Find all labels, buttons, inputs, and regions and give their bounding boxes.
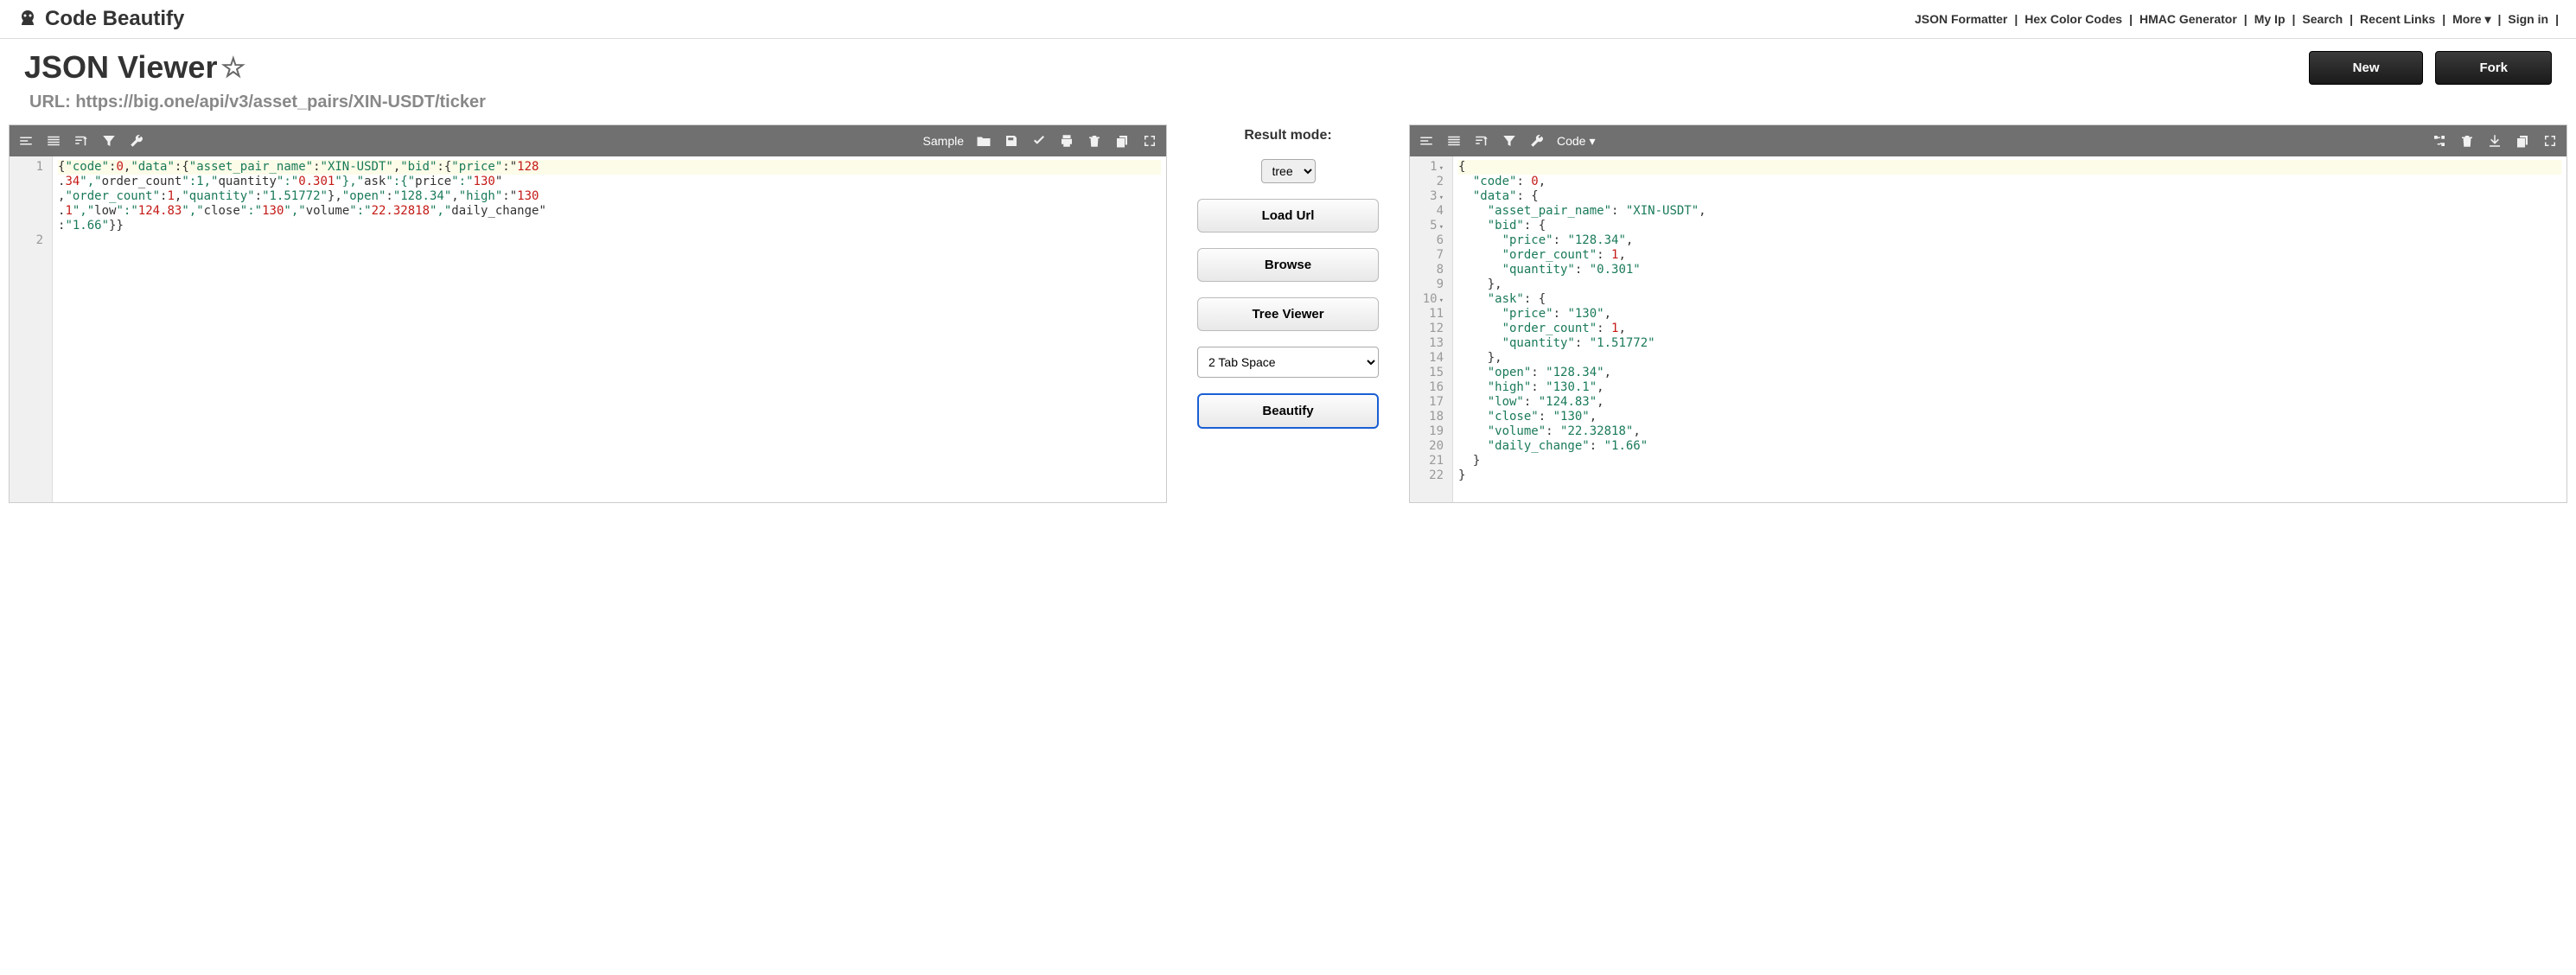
- load-url-button[interactable]: Load Url: [1197, 199, 1379, 233]
- filter-icon[interactable]: [101, 133, 117, 149]
- left-editor: Sample 12 {"code":0,"data":{"asset_pair_…: [9, 124, 1167, 503]
- logo-area[interactable]: Code Beautify: [17, 7, 184, 31]
- expand-icon[interactable]: [1142, 133, 1157, 149]
- chevron-down-icon: ▾: [1589, 134, 1595, 149]
- right-editor: Code▾ 1▾23▾45▾678910▾1112131415161718192…: [1409, 124, 2567, 503]
- tree-viewer-button[interactable]: Tree Viewer: [1197, 297, 1379, 331]
- left-code[interactable]: {"code":0,"data":{"asset_pair_name":"XIN…: [53, 156, 1166, 502]
- right-code[interactable]: { "code": 0, "data": { "asset_pair_name"…: [1453, 156, 2566, 502]
- logo-icon: [17, 9, 38, 29]
- new-button[interactable]: New: [2309, 51, 2424, 85]
- print-icon[interactable]: [1059, 133, 1074, 149]
- star-icon[interactable]: ☆: [220, 51, 245, 84]
- nav-hex-color[interactable]: Hex Color Codes: [2021, 12, 2126, 26]
- right-gutter: 1▾23▾45▾678910▾111213141516171819202122: [1410, 156, 1453, 502]
- site-header: Code Beautify JSON Formatter| Hex Color …: [0, 0, 2576, 39]
- tree-icon[interactable]: [2432, 133, 2447, 149]
- check-icon[interactable]: [1031, 133, 1047, 149]
- nav-sign-in[interactable]: Sign in: [2504, 12, 2552, 26]
- fork-button[interactable]: Fork: [2435, 51, 2552, 85]
- left-gutter: 12: [10, 156, 53, 502]
- url-label: URL: https://big.one/api/v3/asset_pairs/…: [0, 89, 2576, 124]
- nav-search[interactable]: Search: [2299, 12, 2346, 26]
- indent-select[interactable]: 2 Tab Space: [1197, 347, 1379, 378]
- chevron-down-icon: ▾: [2484, 12, 2490, 26]
- compact-icon[interactable]: [1446, 133, 1462, 149]
- left-editor-body[interactable]: 12 {"code":0,"data":{"asset_pair_name":"…: [10, 156, 1166, 502]
- logo-text: Code Beautify: [45, 7, 184, 31]
- wrench-icon[interactable]: [129, 133, 144, 149]
- sort-icon[interactable]: [1474, 133, 1489, 149]
- trash-icon[interactable]: [1087, 133, 1102, 149]
- right-toolbar: Code▾: [1410, 125, 2566, 156]
- left-toolbar: Sample: [10, 125, 1166, 156]
- trash-icon[interactable]: [2459, 133, 2475, 149]
- nav-json-formatter[interactable]: JSON Formatter: [1911, 12, 2011, 26]
- sample-label[interactable]: Sample: [923, 134, 964, 148]
- main-area: Sample 12 {"code":0,"data":{"asset_pair_…: [0, 124, 2576, 503]
- nav-hmac[interactable]: HMAC Generator: [2136, 12, 2241, 26]
- save-icon[interactable]: [1004, 133, 1019, 149]
- center-panel: Result mode: tree Load Url Browse Tree V…: [1167, 124, 1409, 503]
- result-mode-label: Result mode:: [1244, 128, 1331, 143]
- compact-icon[interactable]: [46, 133, 61, 149]
- copy-icon[interactable]: [2515, 133, 2530, 149]
- beautify-button[interactable]: Beautify: [1197, 393, 1379, 429]
- nav-more[interactable]: More ▾: [2449, 12, 2494, 27]
- download-icon[interactable]: [2487, 133, 2503, 149]
- format-icon[interactable]: [18, 133, 34, 149]
- nav-recent-links[interactable]: Recent Links: [2356, 12, 2439, 26]
- right-editor-body[interactable]: 1▾23▾45▾678910▾111213141516171819202122 …: [1410, 156, 2566, 502]
- filter-icon[interactable]: [1502, 133, 1517, 149]
- title-buttons: New Fork: [2309, 51, 2552, 85]
- format-icon[interactable]: [1419, 133, 1434, 149]
- result-mode-select[interactable]: tree: [1261, 159, 1316, 183]
- copy-icon[interactable]: [1114, 133, 1130, 149]
- nav-my-ip[interactable]: My Ip: [2251, 12, 2289, 26]
- nav-links: JSON Formatter| Hex Color Codes| HMAC Ge…: [1911, 12, 2559, 27]
- wrench-icon[interactable]: [1529, 133, 1545, 149]
- folder-open-icon[interactable]: [976, 133, 992, 149]
- title-row: JSON Viewer ☆ New Fork: [0, 39, 2576, 89]
- page-title: JSON Viewer ☆: [24, 49, 245, 86]
- code-mode-select[interactable]: Code▾: [1557, 134, 1596, 149]
- browse-button[interactable]: Browse: [1197, 248, 1379, 282]
- expand-icon[interactable]: [2542, 133, 2558, 149]
- sort-icon[interactable]: [73, 133, 89, 149]
